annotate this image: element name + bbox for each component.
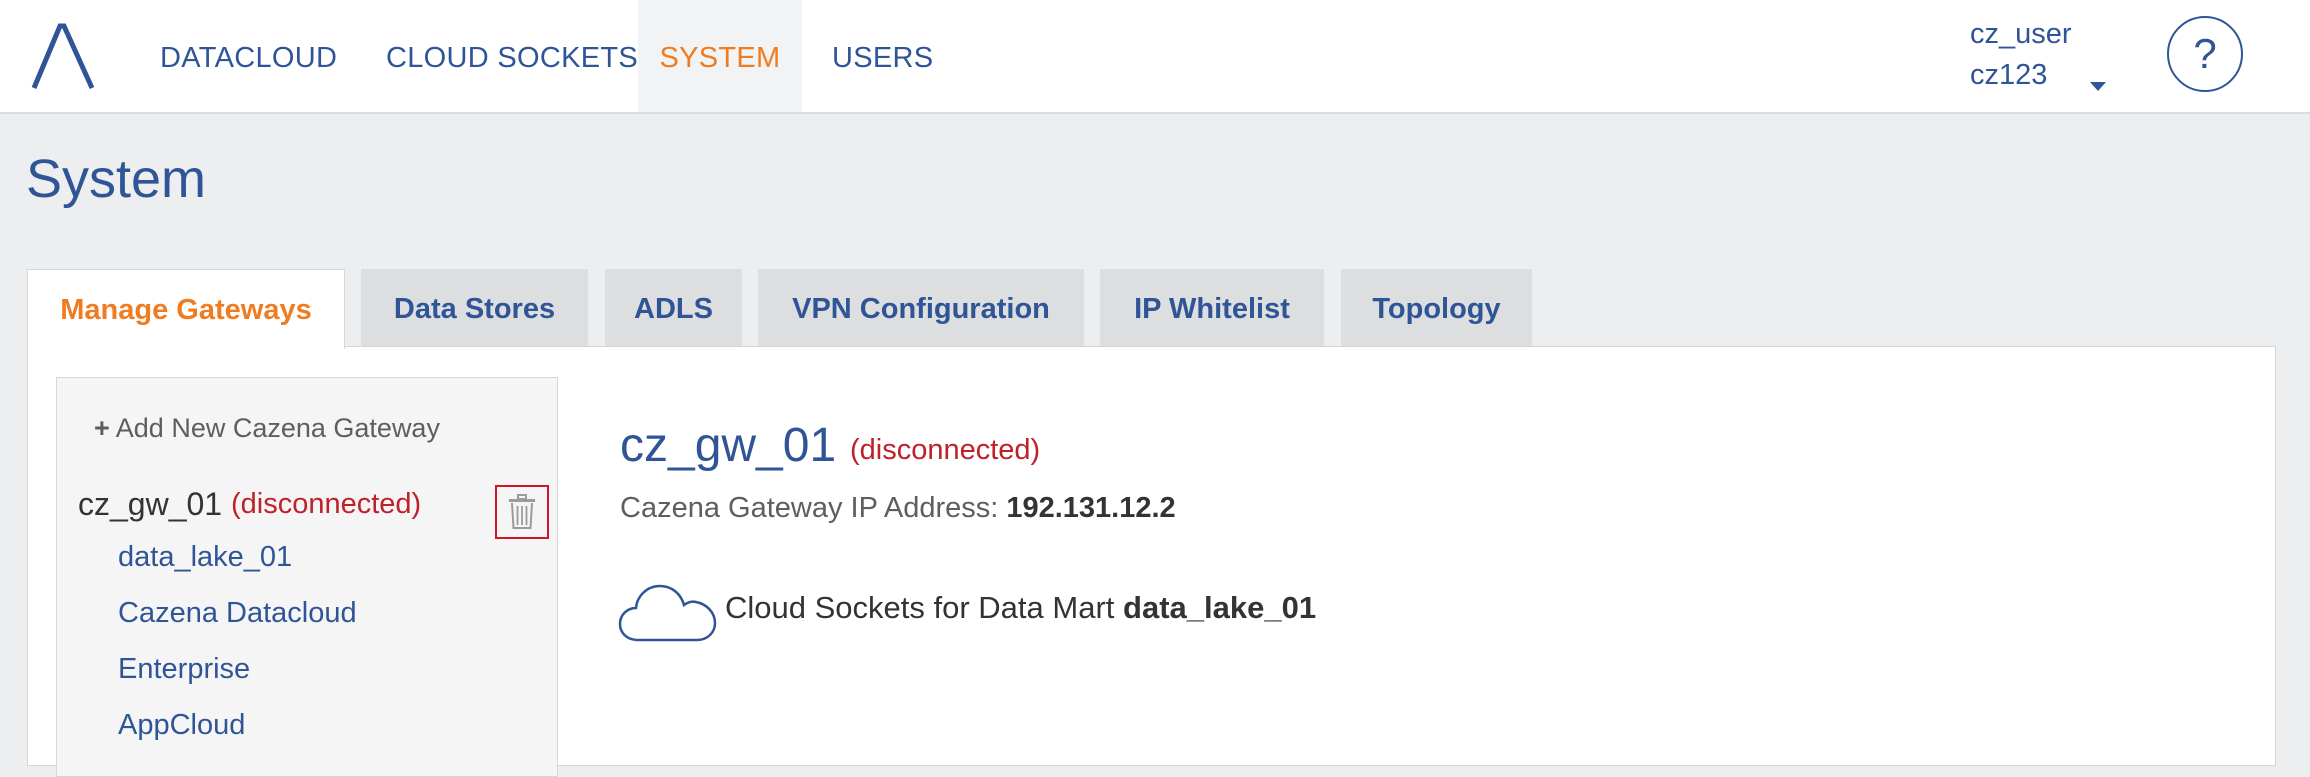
tab-vpn-configuration[interactable]: VPN Configuration [758, 269, 1084, 347]
nav-system[interactable]: SYSTEM [638, 0, 802, 112]
socket-label: Cloud Sockets for Data Mart [725, 590, 1115, 625]
trash-icon[interactable] [495, 485, 549, 539]
user-account: cz123 [1970, 59, 2048, 91]
socket-value: data_lake_01 [1123, 590, 1317, 625]
sidebar-link-cazena-datacloud[interactable]: Cazena Datacloud [118, 597, 357, 630]
nav-cloud-sockets[interactable]: CLOUD SOCKETS [386, 0, 638, 112]
sidebar-link-enterprise[interactable]: Enterprise [118, 653, 250, 686]
sidebar-link-data-lake[interactable]: data_lake_01 [118, 541, 292, 574]
gateway-ip-row: Cazena Gateway IP Address: 192.131.12.2 [620, 492, 1176, 525]
help-icon[interactable]: ? [2167, 16, 2243, 92]
nav-users[interactable]: USERS [832, 0, 933, 112]
tab-ip-whitelist[interactable]: IP Whitelist [1100, 269, 1324, 347]
ip-label: Cazena Gateway IP Address: [620, 492, 999, 524]
tab-topology[interactable]: Topology [1341, 269, 1532, 347]
user-menu[interactable]: cz_user cz123 [1970, 14, 2072, 96]
plus-icon: + [94, 413, 110, 443]
tab-manage-gateways[interactable]: Manage Gateways [27, 269, 345, 349]
ip-value: 192.131.12.2 [1006, 492, 1176, 524]
sidebar-link-appcloud[interactable]: AppCloud [118, 709, 245, 742]
gateway-status: (disconnected) [231, 488, 422, 520]
add-gateway-button[interactable]: + Add New Cazena Gateway [94, 413, 440, 444]
cazena-logo[interactable] [30, 22, 98, 92]
cloud-sockets-row: Cloud Sockets for Data Mart data_lake_01 [725, 590, 1316, 626]
user-name: cz_user [1970, 18, 2072, 50]
tab-data-stores[interactable]: Data Stores [361, 269, 588, 347]
page-title: System [26, 149, 207, 209]
gateway-name[interactable]: cz_gw_01 [78, 486, 222, 523]
cloud-icon [618, 584, 717, 642]
nav-datacloud[interactable]: DATACLOUD [160, 0, 337, 112]
detail-status: (disconnected) [850, 434, 1041, 466]
detail-title: cz_gw_01 [620, 419, 837, 472]
add-gateway-label: Add New Cazena Gateway [115, 413, 440, 443]
tab-adls[interactable]: ADLS [605, 269, 742, 347]
top-nav-bar: DATACLOUD CLOUD SOCKETS SYSTEM USERS cz_… [0, 0, 2310, 114]
caret-down-icon[interactable] [2090, 82, 2106, 91]
